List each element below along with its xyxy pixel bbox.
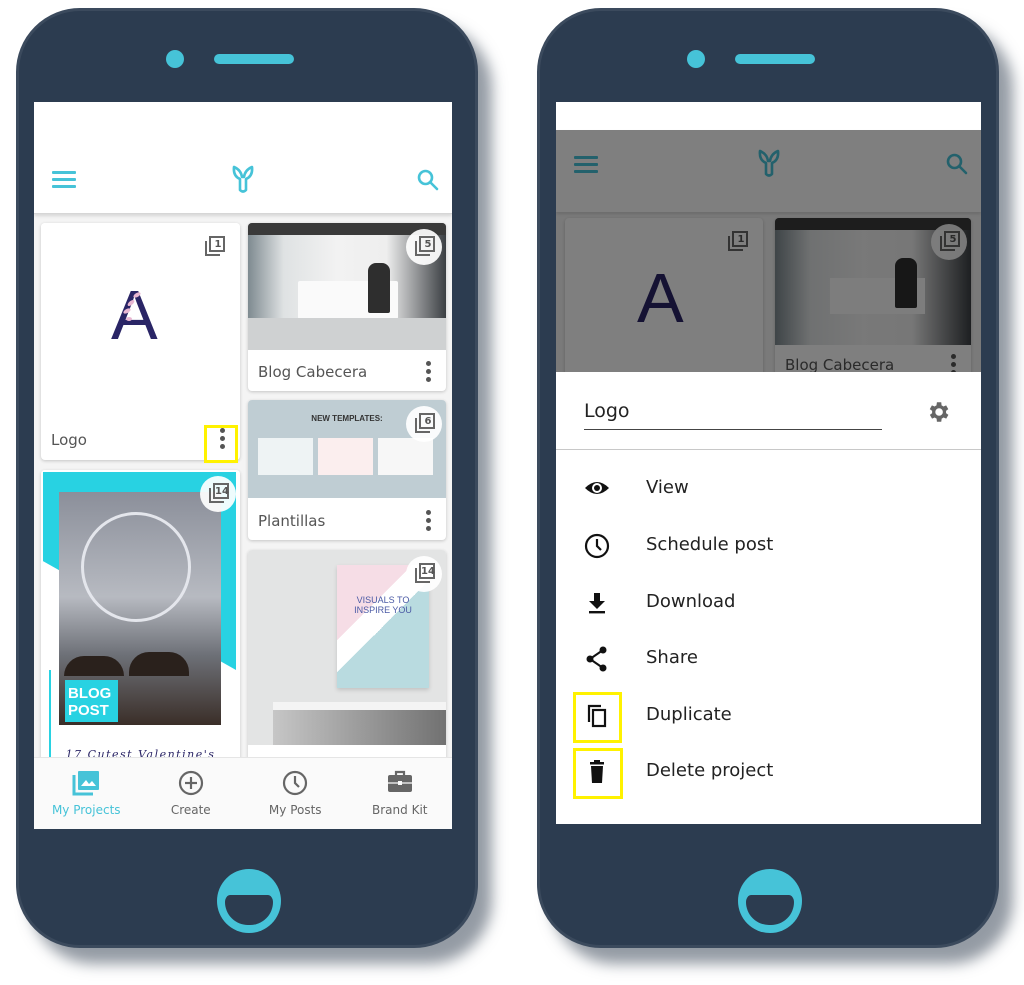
bottom-navigation: My Projects Create My Posts Brand Kit — [34, 757, 452, 829]
home-button[interactable] — [738, 869, 802, 933]
download-icon — [589, 593, 605, 614]
menu-item-schedule-post[interactable]: Schedule post — [556, 517, 981, 573]
project-title: Logo — [51, 431, 87, 449]
modal-scrim[interactable] — [556, 130, 981, 372]
project-title: Plantillas — [258, 512, 326, 530]
earpiece-speaker — [214, 54, 294, 64]
more-options-icon[interactable] — [426, 510, 432, 534]
search-icon[interactable] — [416, 168, 440, 192]
page-count-badge: 6 — [406, 406, 442, 442]
clock-icon — [283, 770, 308, 796]
nav-create[interactable]: Create — [139, 758, 244, 829]
menu-item-download[interactable]: Download — [556, 574, 981, 630]
menu-item-share[interactable]: Share — [556, 630, 981, 686]
briefcase-icon — [387, 770, 412, 792]
clock-icon — [584, 533, 610, 559]
add-circle-icon — [178, 770, 203, 796]
table — [273, 702, 446, 710]
project-card-plantillas[interactable]: NEW TEMPLATES: 6 Plantillas — [248, 400, 446, 540]
person-figure — [368, 263, 390, 313]
front-camera — [166, 50, 184, 68]
highlight-box-duplicate — [573, 692, 622, 743]
project-options-sheet: Logo View Schedule post Download Share D… — [556, 372, 981, 824]
nav-my-posts[interactable]: My Posts — [243, 758, 348, 829]
highlight-box — [204, 425, 238, 463]
more-options-icon[interactable] — [426, 361, 432, 385]
earpiece-speaker — [735, 54, 815, 64]
divider — [556, 449, 981, 450]
share-icon — [586, 646, 607, 672]
eye-icon — [585, 482, 609, 494]
project-options-screen: A 1 5 Blog Cabecera — [556, 102, 981, 824]
project-thumbnail: BLOG POST 17 Cutest Valentine's — [41, 470, 240, 757]
nav-brand-kit[interactable]: Brand Kit — [348, 758, 453, 829]
floral-decoration — [123, 292, 141, 321]
menu-item-view[interactable]: View — [556, 460, 981, 516]
projects-grid: A 1 Logo 5 Blog Cabecera NEW TEMPLATES: … — [34, 214, 452, 757]
photo-library-icon — [72, 771, 100, 796]
phone-frame-left: A 1 Logo 5 Blog Cabecera NEW TEMPLATES: … — [16, 8, 478, 948]
front-camera — [687, 50, 705, 68]
project-card-visuals[interactable]: VISUALS TO INSPIRE YOU 14 — [248, 550, 446, 757]
app-bar — [34, 102, 452, 214]
gear-icon[interactable] — [925, 399, 951, 425]
project-card-blog-cabecera[interactable]: 5 Blog Cabecera — [248, 223, 446, 391]
hamburger-menu-icon[interactable] — [52, 171, 76, 189]
highlight-box-delete — [573, 748, 623, 799]
page-count-badge: 1 — [196, 229, 232, 265]
app-logo-icon — [232, 165, 254, 193]
page-count-badge: 5 — [406, 229, 442, 265]
project-title: Blog Cabecera — [258, 363, 368, 381]
project-name-input[interactable]: Logo — [584, 400, 882, 430]
phone-frame-right: A 1 5 Blog Cabecera — [537, 8, 999, 948]
home-button[interactable] — [217, 869, 281, 933]
projects-screen: A 1 Logo 5 Blog Cabecera NEW TEMPLATES: … — [34, 102, 452, 829]
nav-my-projects[interactable]: My Projects — [34, 758, 139, 829]
page-count-badge: 14 — [406, 556, 442, 592]
project-card-blog-post[interactable]: BLOG POST 17 Cutest Valentine's 14 — [41, 470, 240, 757]
page-count-badge: 14 — [200, 476, 236, 512]
